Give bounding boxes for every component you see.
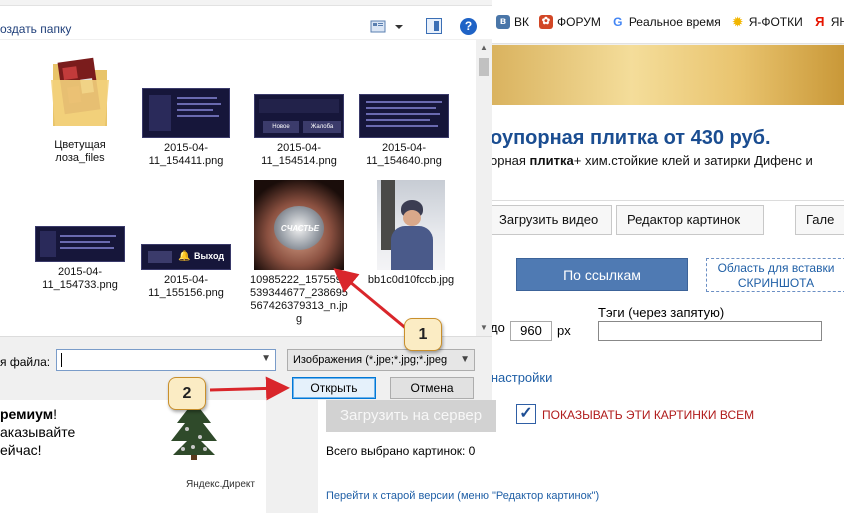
bookmark-forum[interactable]: ✿ ФОРУМ — [539, 14, 601, 29]
file-name: 2015-04-11_154514.png — [261, 142, 337, 167]
file-name: 10985222_1575590539344677_23869556742637… — [250, 274, 348, 325]
yandex-icon: Я — [812, 14, 827, 29]
chevron-down-icon[interactable]: ▼ — [458, 350, 470, 370]
bookmark-vk[interactable]: в ВК — [496, 14, 529, 29]
photo-thumbnail: СЧАСТЬЕ — [254, 180, 344, 270]
tab-gallery[interactable]: Гале — [795, 205, 844, 235]
scroll-thumb[interactable] — [479, 58, 489, 76]
decorative-banner — [490, 45, 844, 105]
page-tabs: Загрузить видео Редактор картинок Гале — [488, 200, 844, 238]
file-name: 2015-04-11_154733.png — [42, 266, 118, 291]
filename-label: я файла: — [0, 355, 51, 369]
upload-to-server-button[interactable]: Загрузить на сервер — [326, 400, 496, 432]
screenshot-thumbnail — [359, 94, 449, 138]
file-name: 2015-04-11_155156.png — [148, 274, 224, 299]
step-callout-2: 2 — [168, 377, 206, 410]
tags-label: Тэги (через запятую) — [598, 305, 725, 320]
show-all-checkbox[interactable]: ✓ — [516, 404, 536, 424]
file-name: Цветущая лоза_files — [54, 139, 106, 164]
text-caret — [61, 353, 62, 367]
show-all-label: ПОКАЗЫВАТЬ ЭТИ КАРТИНКИ ВСЕМ — [542, 408, 755, 422]
file-item-screenshot[interactable]: 2015-04-11_154640.png — [355, 94, 453, 168]
ad-subtitle: орная плитка+ хим.стойкие клей и затирки… — [490, 153, 813, 168]
size-prefix: до — [490, 320, 505, 335]
bookmark-yandex[interactable]: ЯЯНД — [812, 14, 844, 29]
open-button[interactable]: Открыть — [292, 377, 376, 399]
folder-icon — [51, 57, 109, 126]
file-item-photo-person[interactable]: bb1c0d10fccb.jpg — [362, 180, 460, 287]
dialog-toolbar: оздать папку ? — [0, 6, 492, 40]
forum-icon: ✿ — [539, 14, 553, 29]
vertical-scrollbar[interactable]: ▲ ▼ — [476, 40, 492, 336]
chevron-down-icon[interactable]: ▼ — [261, 353, 271, 364]
step-callout-1: 1 — [404, 318, 442, 351]
file-item-screenshot[interactable]: 2015-04-11_154733.png — [31, 226, 129, 292]
file-item-photo-hands[interactable]: СЧАСТЬЕ 10985222_1575590539344677_238695… — [250, 180, 348, 326]
ad-title[interactable]: оупорная плитка от 430 руб. — [490, 127, 771, 150]
new-folder-button[interactable]: оздать папку — [0, 22, 71, 36]
tab-upload-video[interactable]: Загрузить видео — [488, 205, 612, 235]
screenshot-thumbnail — [142, 88, 230, 138]
total-selected-text: Всего выбрано картинок: 0 — [326, 444, 476, 458]
tab-image-editor[interactable]: Редактор картинок — [616, 205, 764, 235]
scroll-up-icon[interactable]: ▲ — [479, 43, 489, 53]
left-ad[interactable]: ремиум! аказывайте ейчас! Яндекс.Директ — [0, 396, 266, 513]
yandex-direct-label: Яндекс.Директ — [186, 479, 255, 490]
exit-label: Выход — [194, 251, 225, 261]
google-icon: G — [610, 14, 625, 29]
photo-thumbnail — [377, 180, 445, 270]
screenshot-thumbnail: 🔔 Выход — [141, 244, 231, 270]
max-size-input[interactable]: 960 — [510, 321, 552, 341]
help-icon[interactable]: ? — [460, 18, 477, 35]
view-icon — [370, 20, 403, 33]
file-item-screenshot[interactable]: 2015-04-11_154411.png — [137, 88, 235, 168]
file-name: bb1c0d10fccb.jpg — [367, 274, 455, 286]
file-type-value: Изображения (*.jpe;*.jpg;*.jpeg — [293, 354, 448, 366]
screenshot-thumbnail — [35, 226, 125, 262]
screenshot-thumbnail: Новое Жалоба — [254, 94, 344, 138]
left-ad-text: ремиум! аказывайте ейчас! — [0, 406, 76, 458]
filename-input[interactable]: ▼ — [56, 349, 276, 371]
file-name: 2015-04-11_154411.png — [148, 142, 224, 167]
complaint-label: Жалоба — [303, 121, 341, 133]
tags-input[interactable] — [598, 321, 822, 341]
bookmark-ya-fotki[interactable]: ✹ Я-ФОТКИ — [730, 14, 803, 29]
size-unit: px — [557, 323, 571, 338]
file-item-folder[interactable]: Цветущая лоза_files — [31, 52, 129, 165]
file-item-screenshot[interactable]: 🔔 Выход 2015-04-11_155156.png — [137, 244, 235, 300]
file-item-screenshot[interactable]: Новое Жалоба 2015-04-11_154514.png — [250, 94, 348, 168]
bookmark-realnoe-vremya[interactable]: G Реальное время — [610, 14, 721, 29]
bookmarks-bar: вВК ✿ФОРУМ GРеальное время ✹Я-ФОТКИ ЯЯНД — [490, 0, 844, 44]
happiness-label: СЧАСТЬЕ — [280, 224, 320, 233]
change-view-button[interactable] — [370, 18, 406, 36]
file-name: 2015-04-11_154640.png — [366, 142, 442, 167]
yandex-fotki-icon: ✹ — [730, 14, 745, 29]
old-version-link[interactable]: Перейти к старой версии (меню "Редактор … — [326, 490, 599, 502]
file-list: Цветущая лоза_files 2015-04-11_154411.pn… — [0, 40, 476, 336]
by-link-button[interactable]: По ссылкам — [516, 258, 688, 291]
tile-ad[interactable]: оупорная плитка от 430 руб. орная плитка… — [490, 105, 844, 200]
cancel-button[interactable]: Отмена — [390, 377, 474, 399]
scroll-down-icon[interactable]: ▼ — [479, 323, 489, 333]
preview-pane-icon[interactable] — [426, 18, 442, 34]
vk-icon: в — [496, 14, 510, 29]
news-label: Новое — [263, 121, 299, 133]
file-type-select[interactable]: Изображения (*.jpe;*.jpg;*.jpeg ▼ — [287, 349, 475, 371]
bell-icon: 🔔 — [178, 251, 191, 262]
screenshot-paste-area[interactable]: Область для вставки СКРИНШОТА — [706, 258, 844, 292]
